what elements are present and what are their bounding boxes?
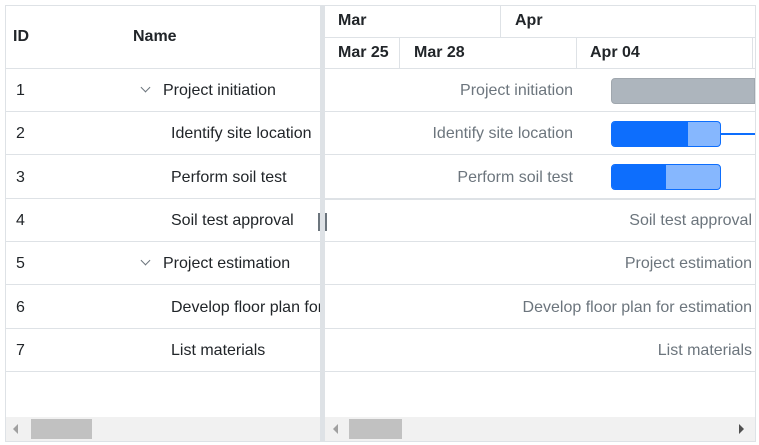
task-bar-identify-site-location[interactable] [611, 121, 721, 147]
chevron-down-icon[interactable] [140, 255, 151, 266]
table-row[interactable]: 7 List materials [5, 328, 320, 371]
task-label: Identify site location [432, 125, 573, 143]
chevron-down-icon[interactable] [140, 82, 151, 93]
divider [325, 327, 755, 329]
row-id: 7 [16, 341, 25, 359]
divider [325, 68, 755, 69]
row-id: 3 [16, 168, 25, 186]
week-mar-25: Mar 25 [338, 44, 389, 61]
divider [500, 5, 501, 37]
divider [325, 37, 755, 38]
task-label: Project estimation [624, 255, 752, 273]
parent-task-bar[interactable] [611, 78, 755, 104]
row-id: 1 [16, 82, 25, 99]
connector-line [721, 133, 755, 135]
progress-bar [612, 165, 666, 189]
row-name: Identify site location [171, 125, 312, 143]
progress-bar [612, 122, 688, 146]
table-row[interactable]: 2 Identify site location [5, 111, 320, 154]
task-label: Develop floor plan for estimation [522, 298, 752, 316]
scroll-left-icon[interactable] [13, 424, 18, 434]
divider [325, 370, 755, 372]
row-id: 2 [16, 125, 25, 143]
column-header-id[interactable]: ID [13, 28, 29, 46]
divider [399, 37, 400, 68]
column-header-name[interactable]: Name [133, 28, 177, 46]
month-mar: Mar [338, 12, 367, 29]
table-row[interactable]: 3 Perform soil test [5, 155, 320, 198]
row-name: Perform soil test [171, 168, 287, 186]
divider [576, 37, 577, 68]
divider [5, 370, 320, 372]
scrollbar-thumb[interactable] [349, 419, 402, 439]
table-row[interactable]: 5 Project estimation [5, 241, 320, 284]
row-id: 5 [16, 255, 25, 273]
row-name: List materials [171, 341, 266, 359]
week-mar-28: Mar 28 [414, 44, 465, 61]
task-label: List materials [657, 341, 752, 359]
divider [752, 37, 753, 68]
divider [325, 154, 755, 156]
row-name: Project estimation [163, 255, 291, 273]
task-label: Perform soil test [457, 168, 573, 186]
scroll-left-icon[interactable] [333, 424, 338, 434]
task-label: Project initiation [460, 82, 573, 99]
month-apr: Apr [515, 12, 543, 29]
row-name: Soil test approval [171, 211, 294, 229]
scrollbar-thumb[interactable] [31, 419, 92, 439]
row-id: 4 [16, 211, 25, 229]
divider [325, 284, 755, 286]
table-row[interactable]: 4 Soil test approval [5, 198, 320, 241]
row-name: Project initiation [163, 82, 276, 99]
divider [325, 240, 755, 242]
divider [325, 111, 755, 112]
task-bar-perform-soil-test[interactable] [611, 164, 721, 190]
task-label: Soil test approval [629, 211, 752, 229]
week-apr-04: Apr 04 [590, 44, 640, 61]
table-row[interactable]: 1 Project initiation [5, 68, 320, 111]
row-name: Develop floor plan for estimation [171, 298, 320, 316]
divider [325, 197, 755, 200]
row-id: 6 [16, 298, 25, 316]
scroll-right-icon[interactable] [739, 424, 744, 434]
splitter-handle[interactable] [318, 213, 327, 231]
table-row[interactable]: 6 Develop floor plan for estimation [5, 285, 320, 328]
